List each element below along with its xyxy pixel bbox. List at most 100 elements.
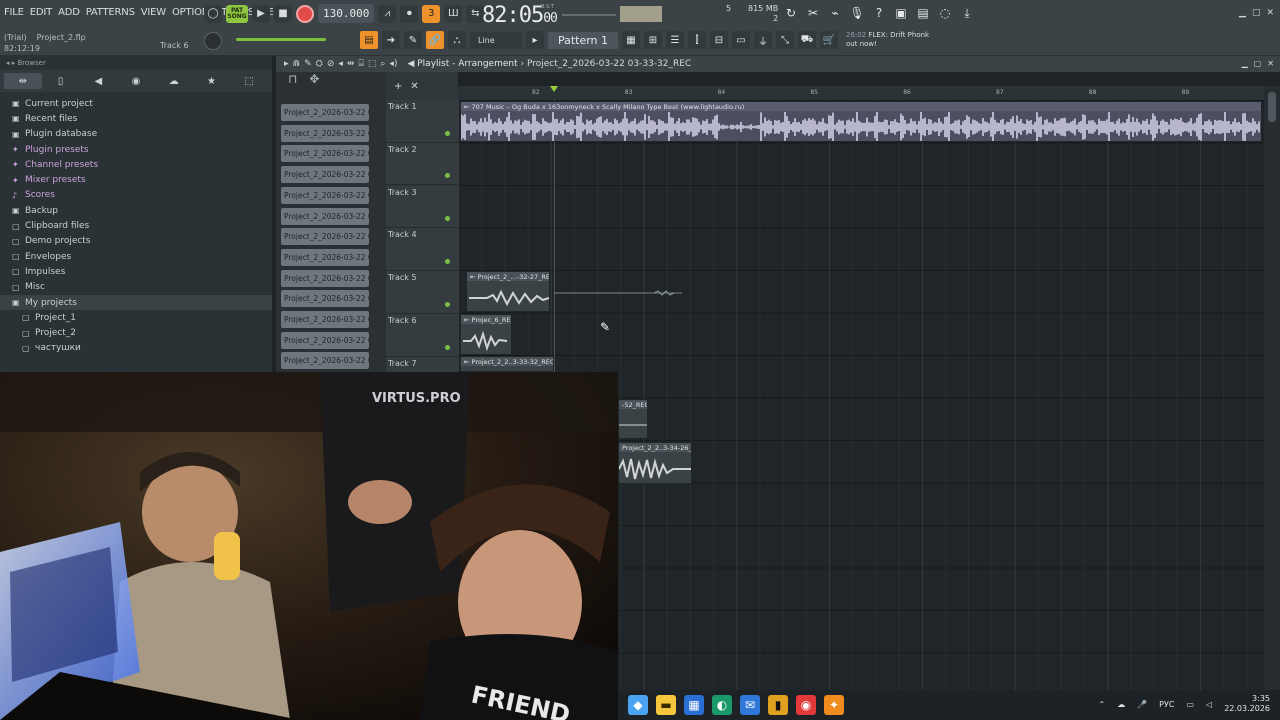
play-button[interactable]: ▶ (252, 4, 270, 23)
tempo-tap-icon[interactable]: ⤡ (776, 31, 794, 49)
playlist-window-icon[interactable]: ▦ (622, 31, 640, 49)
language-indicator[interactable]: РУС (1159, 700, 1174, 709)
master-volume-slider[interactable] (236, 38, 326, 41)
delete-icon[interactable]: ⊘ (327, 59, 335, 69)
picker-clip[interactable]: Project_2_2026-03-22 0... (281, 228, 369, 246)
browser-item[interactable]: ▢ частушки (0, 341, 272, 356)
picker-clip[interactable]: Project_2_2026-03-22 0... (281, 186, 369, 204)
minimize-icon[interactable]: ▁ (1239, 8, 1246, 18)
playhead-marker[interactable] (550, 86, 558, 92)
clock[interactable]: 3:35 22.03.2026 (1224, 694, 1270, 714)
track-header[interactable]: Track 3 (386, 185, 458, 229)
browser-item[interactable]: ♪ Scores (0, 188, 272, 203)
add-track-icon[interactable]: + (394, 81, 402, 92)
pattern-select[interactable]: Pattern 1 (548, 31, 618, 49)
picker-clip[interactable]: Project_2_2026-03-22 0... (281, 145, 369, 163)
video-icon[interactable]: ⛟ (798, 31, 816, 49)
picker-filter-icon[interactable]: ⊓ (288, 72, 297, 86)
channel-settings-icon[interactable]: ⊟ (710, 31, 728, 49)
clip-track6[interactable]: ⇤ Projec_6_REC (460, 314, 512, 355)
undo-history-icon[interactable]: ↻ (782, 4, 800, 22)
tab-cloud[interactable]: ☁ (155, 73, 193, 89)
browser-item[interactable]: ▣ Current project (0, 96, 272, 111)
download-icon[interactable]: ⤓ (958, 4, 976, 22)
chat-icon[interactable]: ◌ (936, 4, 954, 22)
shop-icon[interactable]: 🛒 (820, 31, 838, 49)
slip-icon[interactable]: ⇹ (347, 59, 355, 69)
track-enable-led[interactable] (445, 216, 450, 222)
browser-item[interactable]: ▢ Impulses (0, 264, 272, 279)
tab-tags[interactable]: ⬚ (230, 73, 268, 89)
track-header[interactable]: Track 4 (386, 228, 458, 271)
paint-icon[interactable]: ⛭ (316, 59, 323, 69)
picker-clip[interactable]: Project_2_2026-03-22 0... (281, 311, 369, 328)
clip-track5[interactable]: ⇤ Project_2_…-32-27_REC (466, 271, 550, 312)
menu-file[interactable]: FILE (4, 7, 24, 18)
track-enable-led[interactable] (445, 344, 450, 350)
draw-icon[interactable]: ✎ (304, 59, 312, 69)
playlist-minimize-icon[interactable]: ▁ (1242, 59, 1248, 68)
browser-item[interactable]: ✦ Channel presets (0, 157, 272, 172)
step-edit-icon[interactable]: Ш (444, 4, 463, 23)
track-enable-led[interactable] (445, 173, 450, 179)
picker-clip[interactable]: Project_2_2026-03-22 0... (281, 207, 369, 225)
channel-rack-icon[interactable]: ☰ (666, 31, 684, 49)
piano-roll-icon[interactable]: ⊞ (644, 31, 662, 49)
slice-icon[interactable]: ⌸ (358, 59, 363, 69)
track-header[interactable]: Track 1 (386, 100, 458, 143)
browser-item[interactable]: ▢ Clipboard files (0, 218, 272, 233)
browser-item[interactable]: ▣ My projects (0, 294, 272, 311)
browser-item[interactable]: ▢ Envelopes (0, 249, 272, 264)
clip-track9[interactable]: Project_2_2..3-34-26_REC (618, 442, 692, 484)
zoom-icon[interactable]: ⌕ (380, 59, 385, 69)
track-enable-led[interactable] (445, 301, 450, 307)
clip-main-beat[interactable]: ⇤ 707 Music – Og Buda x 163onmyneck x Sc… (460, 101, 1262, 142)
browser-icon[interactable]: ▭ (732, 31, 750, 49)
browser-item[interactable]: ▣ Plugin database (0, 127, 272, 142)
stamp-icon[interactable]: ⛬ (448, 31, 466, 49)
store-icon[interactable]: ▦ (684, 695, 704, 715)
plugin-plug-icon[interactable]: ⏚ (754, 31, 772, 49)
browser-item[interactable]: ▢ Project_1 (0, 310, 272, 325)
remove-track-icon[interactable]: ✕ (410, 81, 418, 92)
snap-select[interactable]: Line (470, 31, 522, 49)
picker-sort-icon[interactable]: ✥ (309, 72, 319, 86)
pattern-arrow-icon[interactable]: ▸ (526, 31, 544, 49)
close-icon[interactable]: ✕ (1266, 8, 1274, 18)
playlist-icon[interactable]: ▤ (360, 31, 378, 49)
picker-clip[interactable]: Project_2_2026-03-22 0... (281, 166, 369, 184)
browser-item[interactable]: ▣ Recent files (0, 111, 272, 126)
playlist-menu-icon[interactable]: ▸ (284, 59, 289, 69)
mute-icon[interactable]: ◂ (338, 59, 343, 69)
playback-icon[interactable]: ◂) (389, 59, 397, 69)
stop-button[interactable]: ■ (274, 4, 292, 23)
volume-icon[interactable]: ◁ (1206, 700, 1212, 709)
arrow-right-icon[interactable]: ➜ (382, 31, 400, 49)
browser-item[interactable]: ▢ Project_2 (0, 325, 272, 340)
menu-add[interactable]: ADD (58, 7, 80, 18)
browser-nav-icon[interactable]: ◂ ▸ (6, 59, 15, 67)
picker-clip[interactable]: Project_2_2026-03-22 0... (281, 331, 369, 349)
news-panel[interactable]: 26:02 FLEX: Drift Phonk out now! (846, 31, 929, 49)
menu-edit[interactable]: EDIT (30, 7, 52, 18)
tab-starred[interactable]: ★ (193, 73, 231, 89)
picker-clip[interactable]: Project_2_2026-03-22 0... (281, 124, 369, 142)
app-icon[interactable]: ▮ (768, 695, 788, 715)
countdown-icon[interactable]: 3 (422, 4, 441, 23)
magnet-icon[interactable]: ⋒ (293, 59, 301, 69)
track-enable-led[interactable] (445, 258, 450, 264)
mail-icon[interactable]: ✉ (740, 695, 760, 715)
fl-studio-icon[interactable]: ✦ (824, 695, 844, 715)
audio-device-icon[interactable]: ⌁ (826, 4, 844, 22)
tab-library[interactable]: ◉ (117, 73, 155, 89)
wait-input-icon[interactable]: ⏺ (400, 4, 419, 23)
maximize-icon[interactable]: ▢ (1252, 8, 1261, 18)
metronome-icon[interactable]: ⩘ (378, 4, 397, 23)
tab-all[interactable]: ⇹ (4, 73, 42, 89)
help-icon[interactable]: ? (870, 4, 888, 22)
plugin-icon[interactable]: ▤ (914, 4, 932, 22)
tempo-display[interactable]: 130.000 (318, 4, 375, 23)
microphone-icon[interactable]: 🎙 (848, 4, 866, 22)
menu-patterns[interactable]: PATTERNS (86, 7, 135, 18)
playlist-scrollbar[interactable] (1264, 86, 1280, 690)
